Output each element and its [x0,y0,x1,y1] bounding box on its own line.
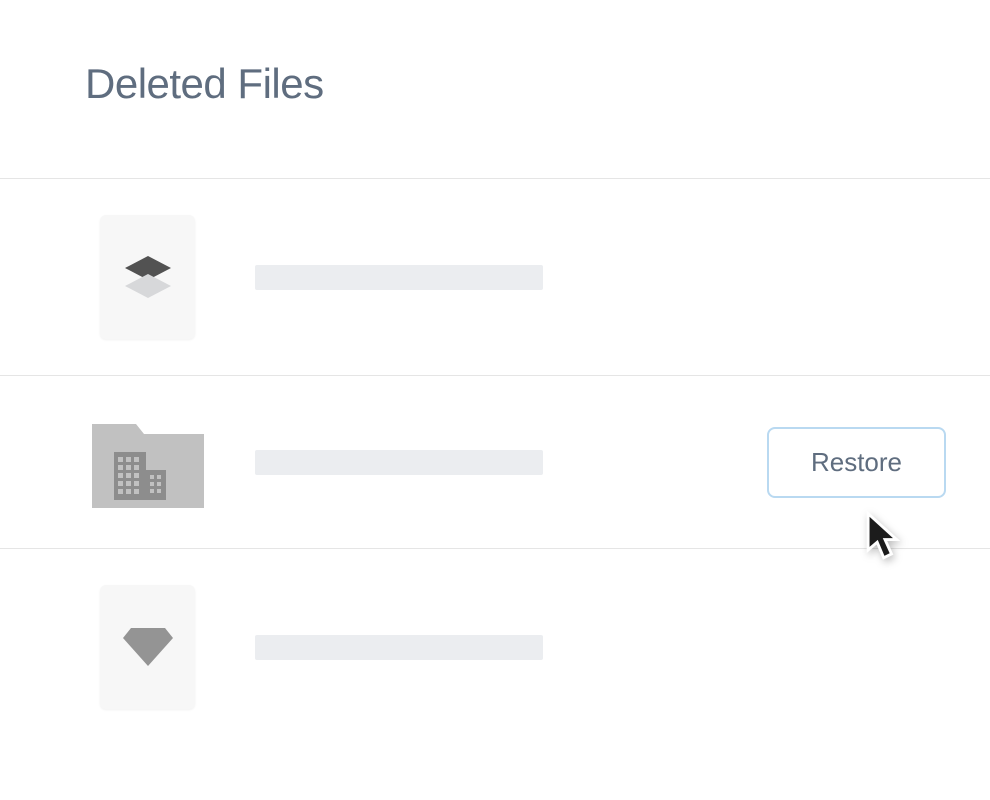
file-row[interactable] [0,549,990,745]
file-row[interactable]: Restore [0,376,990,549]
layers-icon [125,256,171,298]
page-title: Deleted Files [0,60,990,108]
diamond-icon [123,628,173,666]
file-name-placeholder [255,265,543,290]
restore-button[interactable]: Restore [767,427,946,498]
file-thumbnail [100,585,195,709]
file-name-placeholder [255,635,543,660]
file-row[interactable] [0,179,990,376]
building-folder-icon [88,412,208,512]
folder-thumbnail [88,412,208,512]
deleted-files-list: Restore [0,178,990,745]
file-name-placeholder [255,450,543,475]
file-thumbnail [100,215,195,339]
